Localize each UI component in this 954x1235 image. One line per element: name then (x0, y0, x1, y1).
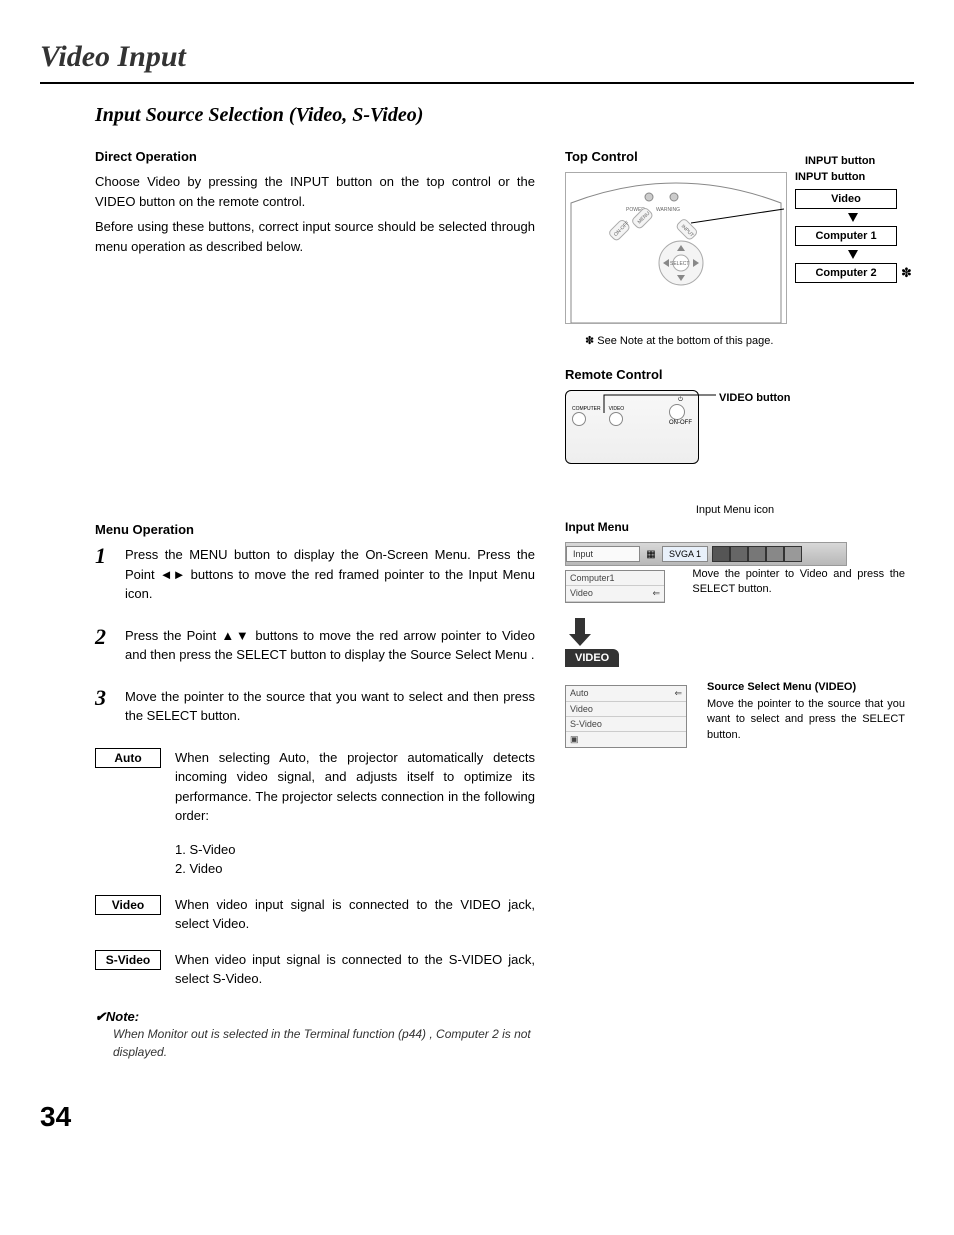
step-number: 2 (95, 626, 111, 665)
input-button-label-top: INPUT button (805, 155, 912, 167)
remote-control-diagram: COMPUTER VIDEO ⏻ ON-OFF (565, 390, 699, 464)
ss-auto: Auto ⇐ (566, 686, 686, 702)
cycle-computer1: Computer 1 (795, 226, 897, 246)
option-video: Video When video input signal is connect… (95, 895, 535, 934)
menu-svga-cell: SVGA 1 (662, 546, 708, 562)
direct-operation-p2: Before using these buttons, correct inpu… (95, 217, 535, 256)
arrow-down-large-icon (565, 616, 595, 646)
cycle-video: Video (795, 189, 897, 209)
svg-text:SELECT: SELECT (670, 261, 689, 267)
arrow-down-icon (848, 250, 858, 259)
ss-extra-icon: ▣ (566, 732, 686, 747)
arrow-down-icon (848, 213, 858, 222)
page-number: 34 (40, 1101, 914, 1133)
note-heading: ✔Note: (95, 1009, 535, 1025)
step-2: 2 Press the Point ▲▼ buttons to move the… (95, 626, 535, 665)
right-column: Top Control POWER WARNING ON-OFF (565, 149, 905, 1061)
top-control-diagram: POWER WARNING ON-OFF MENU INPUT (565, 172, 787, 324)
step-number: 3 (95, 687, 111, 726)
source-select-title: Source Select Menu (VIDEO) (707, 681, 905, 693)
input-menu-icon-label: Input Menu icon (565, 504, 905, 516)
menu-bar: Input ▦ SVGA 1 (565, 542, 847, 566)
note-body: When Monitor out is selected in the Term… (113, 1025, 535, 1061)
page-title: Video Input (40, 40, 914, 74)
option-label: Video (95, 895, 161, 915)
step-1: 1 Press the MENU button to display the O… (95, 545, 535, 604)
step-number: 1 (95, 545, 111, 604)
option-auto-order2: 2. Video (175, 859, 535, 879)
top-control-illustration: POWER WARNING ON-OFF MENU INPUT (566, 173, 786, 323)
ss-video: Video (566, 702, 686, 717)
option-text: When video input signal is connected to … (175, 895, 535, 934)
step-3: 3 Move the pointer to the source that yo… (95, 687, 535, 726)
option-svideo: S-Video When video input signal is conne… (95, 950, 535, 989)
input-menu-heading: Input Menu (565, 520, 905, 534)
left-column: Direct Operation Choose Video by pressin… (95, 149, 535, 1061)
option-text: When video input signal is connected to … (175, 950, 535, 989)
cycle-computer2: Computer 2 (795, 263, 897, 283)
rc-onoff-label: ON-OFF (669, 420, 692, 426)
option-auto-order1: 1. S-Video (175, 840, 535, 860)
option-auto-desc: When selecting Auto, the projector autom… (175, 750, 535, 824)
step-text: Press the Point ▲▼ buttons to move the r… (125, 626, 535, 665)
option-label: Auto (95, 748, 161, 768)
video-button-label: VIDEO button (719, 392, 791, 404)
video-tag: VIDEO (565, 649, 619, 667)
source-select-desc: Move the pointer to the source that you … (707, 697, 905, 743)
direct-operation-p1: Choose Video by pressing the INPUT butto… (95, 172, 535, 211)
option-auto: Auto When selecting Auto, the projector … (95, 748, 535, 879)
top-control-heading: Top Control (565, 149, 787, 164)
remote-control-heading: Remote Control (565, 367, 905, 382)
see-note: ✽ See Note at the bottom of this page. (585, 334, 905, 347)
section-title: Input Source Selection (Video, S-Video) (95, 104, 914, 127)
step-text: Move the pointer to the source that you … (125, 687, 535, 726)
divider (40, 82, 914, 84)
asterisk-icon: ✽ (901, 265, 912, 281)
warning-label: WARNING (656, 207, 680, 213)
direct-operation-heading: Direct Operation (95, 149, 535, 164)
source-select-menu: Auto ⇐ Video S-Video ▣ (565, 685, 687, 748)
move-pointer-desc: Move the pointer to Video and press the … (692, 567, 905, 598)
pointer-arrow-icon: ⇐ (674, 688, 682, 699)
option-text: When selecting Auto, the projector autom… (175, 748, 535, 879)
step-text: Press the MENU button to display the On-… (125, 545, 535, 604)
callout-line (596, 389, 716, 419)
ss-auto-label: Auto (570, 688, 589, 699)
ss-svideo: S-Video (566, 717, 686, 732)
option-label: S-Video (95, 950, 161, 970)
menu-input-cell: Input (566, 546, 640, 562)
input-button-label: INPUT button (795, 171, 912, 183)
menu-operation-heading: Menu Operation (95, 522, 535, 537)
